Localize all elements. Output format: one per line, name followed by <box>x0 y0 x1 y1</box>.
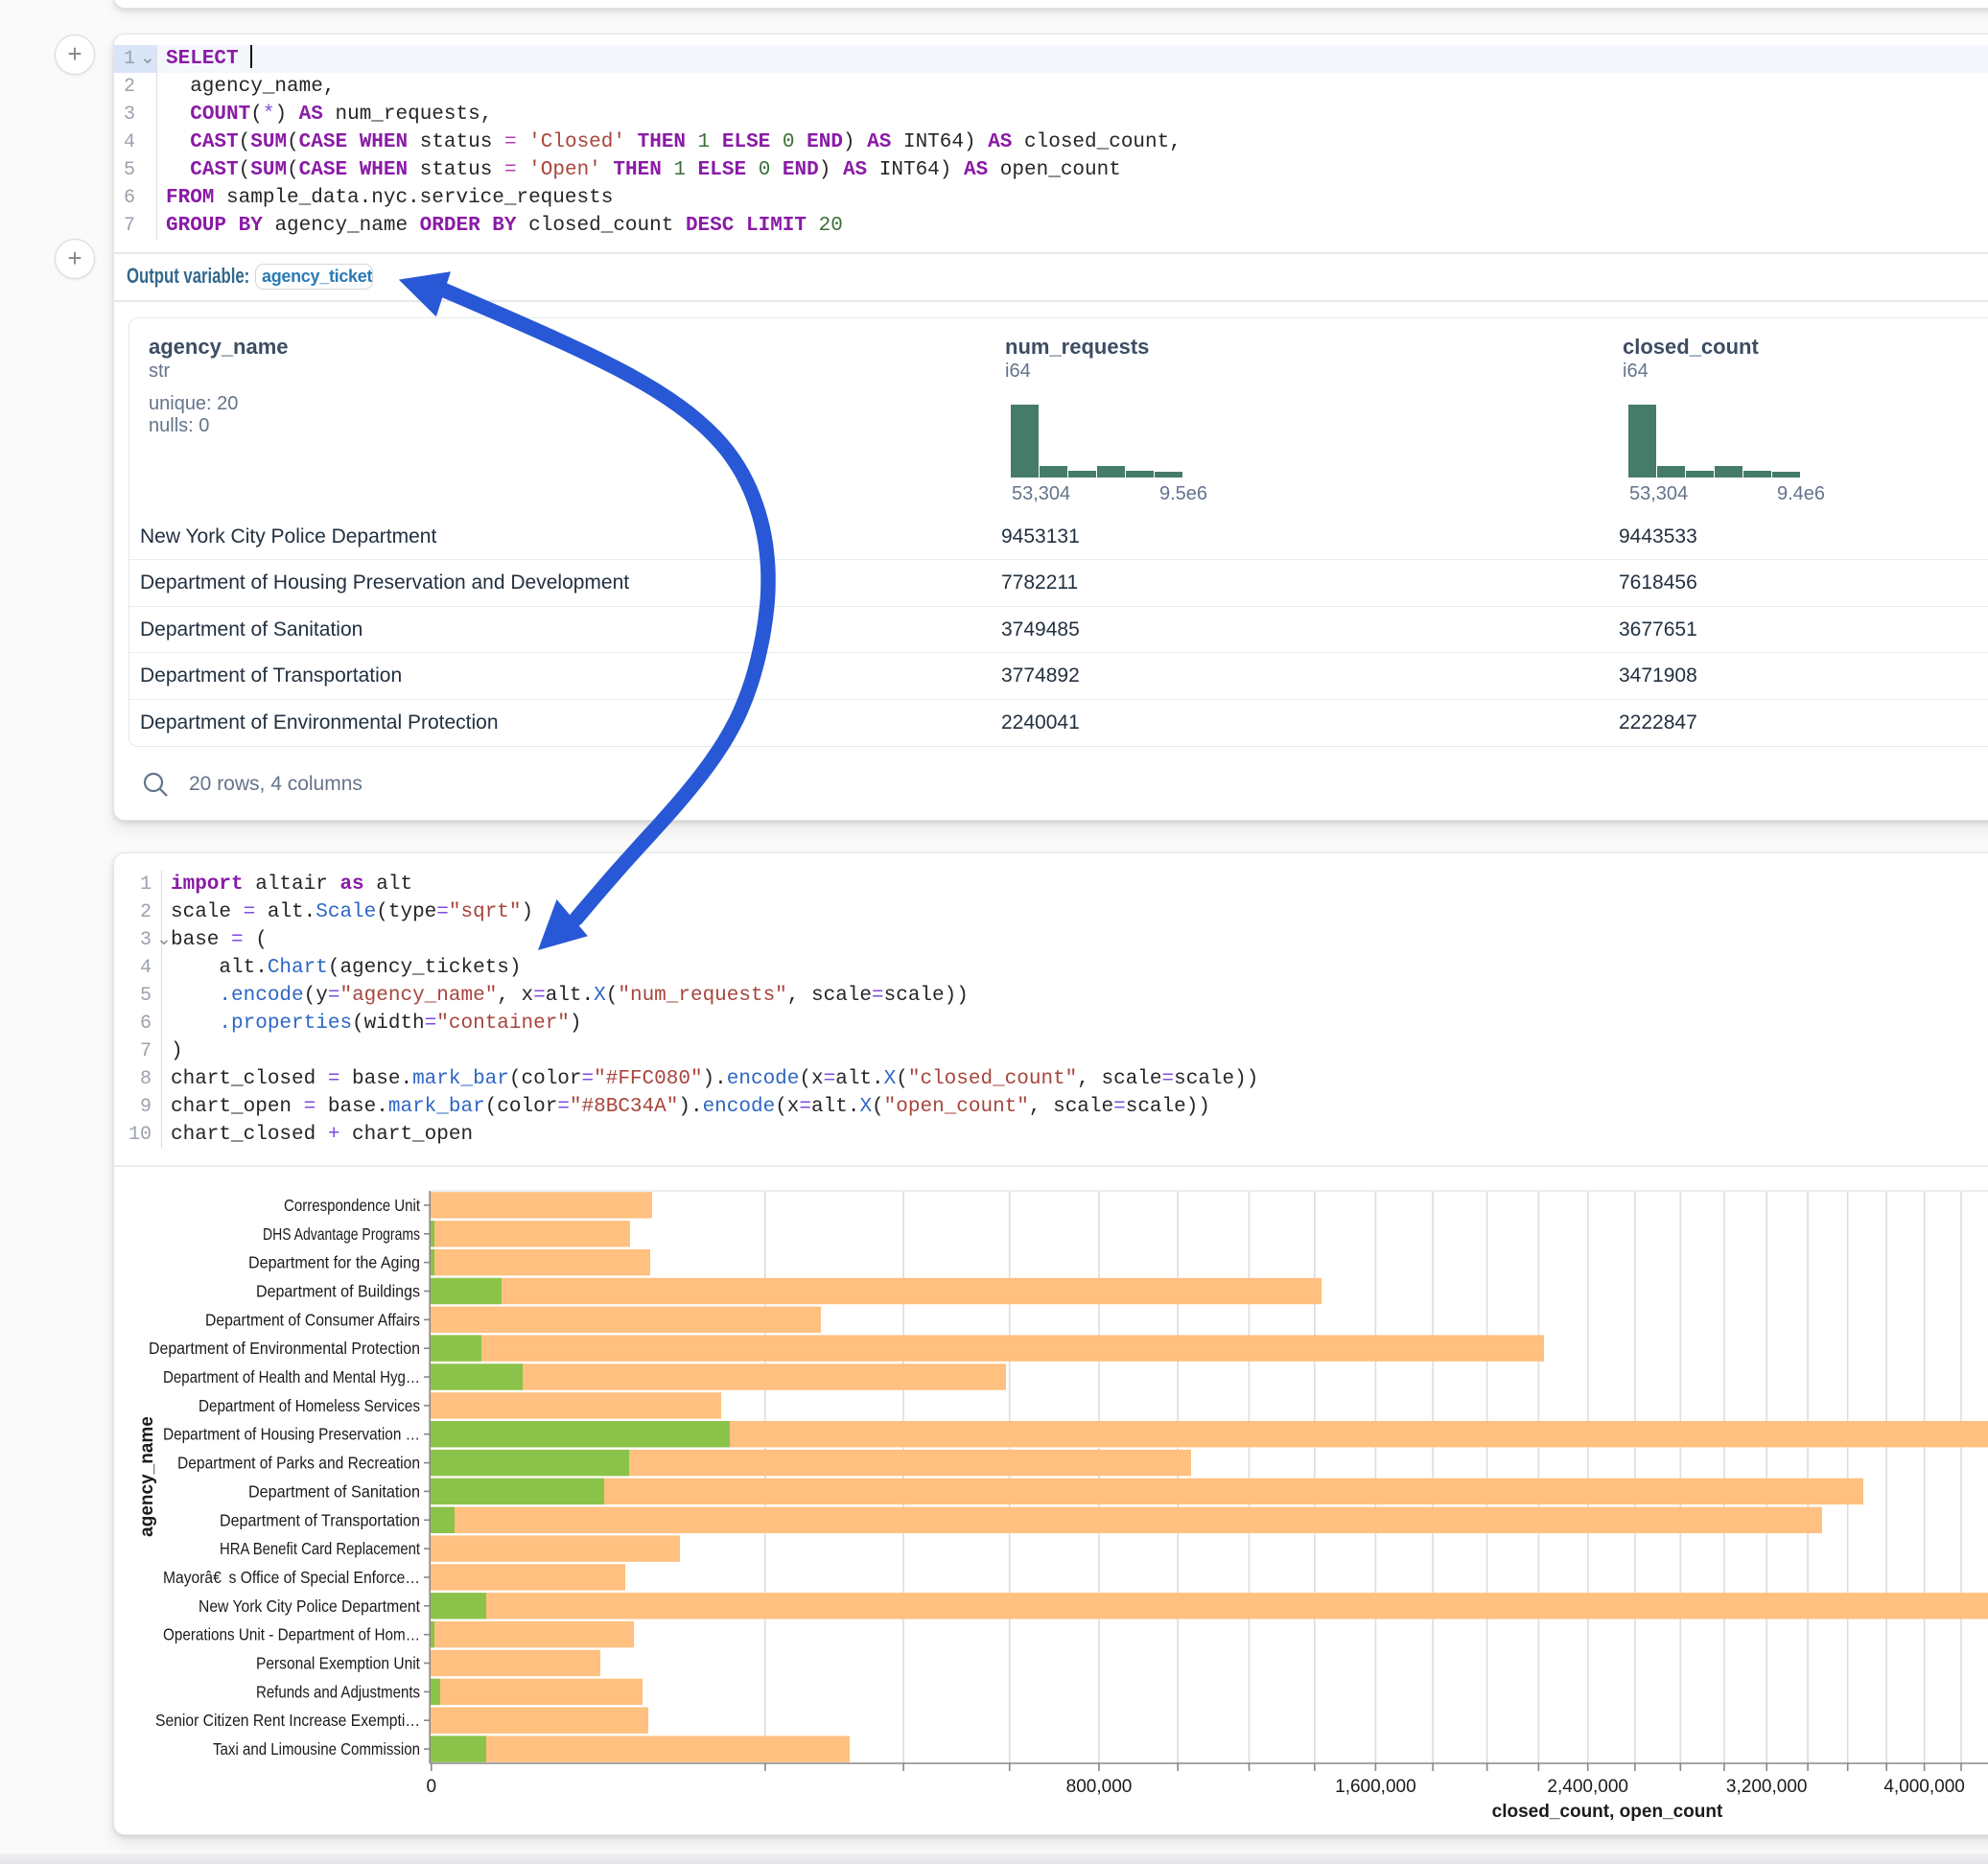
svg-text:Operations Unit - Department o: Operations Unit - Department of Hom… <box>163 1625 420 1644</box>
svg-text:Mayorâ€ s Office of Special En: Mayorâ€ s Office of Special Enforce… <box>163 1568 420 1587</box>
svg-text:Department for the Aging: Department for the Aging <box>248 1253 420 1272</box>
svg-text:Department of Transportation: Department of Transportation <box>220 1510 420 1529</box>
svg-text:HRA Benefit Card Replacement: HRA Benefit Card Replacement <box>220 1539 420 1558</box>
svg-text:Senior Citizen Rent Increase E: Senior Citizen Rent Increase Exempti… <box>155 1711 420 1730</box>
svg-text:Department of Housing Preserva: Department of Housing Preservation … <box>163 1425 420 1444</box>
svg-text:Taxi and Limousine Commission: Taxi and Limousine Commission <box>213 1739 420 1759</box>
svg-text:1,600,000: 1,600,000 <box>1335 1777 1416 1797</box>
svg-text:0: 0 <box>427 1777 437 1797</box>
svg-text:New York City Police Departmen: New York City Police Department <box>199 1596 420 1616</box>
svg-text:closed_count, open_count: closed_count, open_count <box>1492 1802 1723 1822</box>
svg-text:DHS Advantage Programs: DHS Advantage Programs <box>263 1224 420 1244</box>
svg-text:Department of Environmental Pr: Department of Environmental Protection <box>149 1339 420 1358</box>
svg-text:2,400,000: 2,400,000 <box>1547 1777 1628 1797</box>
svg-text:Correspondence Unit: Correspondence Unit <box>284 1196 420 1215</box>
svg-text:800,000: 800,000 <box>1066 1777 1133 1797</box>
svg-text:Department of Consumer Affairs: Department of Consumer Affairs <box>205 1310 420 1329</box>
svg-text:Department of Sanitation: Department of Sanitation <box>248 1481 420 1501</box>
svg-text:agency_name: agency_name <box>137 1416 157 1537</box>
svg-text:4,000,000: 4,000,000 <box>1883 1777 1965 1797</box>
svg-text:Department of Parks and Recrea: Department of Parks and Recreation <box>177 1454 420 1473</box>
svg-text:Department of Health and Menta: Department of Health and Mental Hyg… <box>163 1367 420 1386</box>
svg-text:Personal Exemption Unit: Personal Exemption Unit <box>256 1654 420 1673</box>
svg-text:Refunds and Adjustments: Refunds and Adjustments <box>256 1682 420 1701</box>
svg-text:Department of Homeless Service: Department of Homeless Services <box>199 1396 420 1415</box>
svg-text:Department of Buildings: Department of Buildings <box>256 1282 420 1301</box>
svg-text:3,200,000: 3,200,000 <box>1726 1777 1808 1797</box>
